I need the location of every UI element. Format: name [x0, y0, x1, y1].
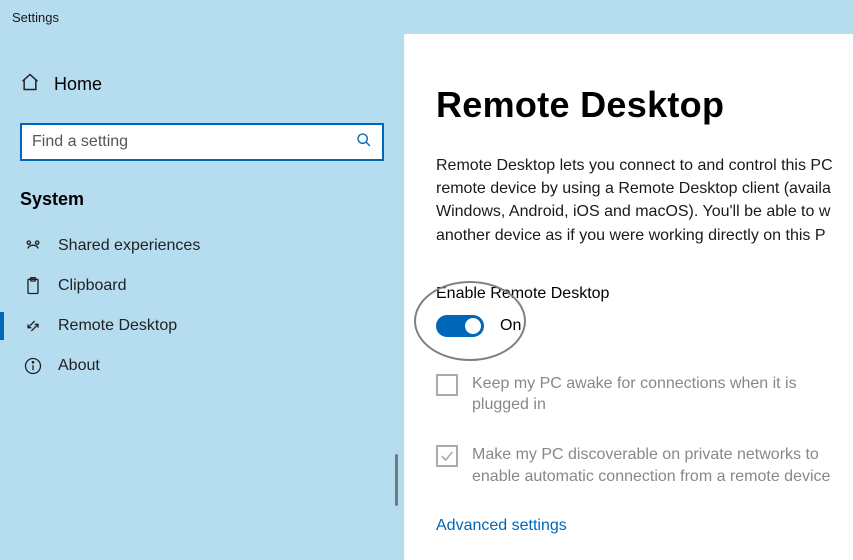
sidebar-item-remote-desktop[interactable]: Remote Desktop — [20, 306, 384, 346]
home-icon — [20, 72, 40, 97]
sidebar-item-about[interactable]: About — [20, 346, 384, 386]
sidebar-item-label: Clipboard — [58, 277, 126, 295]
checkbox-unchecked[interactable] — [436, 374, 458, 396]
sidebar-nav: Shared experiences Clipboard — [20, 226, 384, 386]
sidebar-group-heading: System — [20, 189, 384, 210]
option-discoverable[interactable]: Make my PC discoverable on private netwo… — [436, 444, 853, 487]
sidebar-item-clipboard[interactable]: Clipboard — [20, 266, 384, 306]
advanced-settings-link[interactable]: Advanced settings — [436, 517, 853, 535]
search-input-wrapper[interactable] — [20, 123, 384, 161]
enable-remote-desktop-toggle-row: On — [436, 315, 853, 337]
clipboard-icon — [22, 276, 44, 296]
home-nav-item[interactable]: Home — [20, 72, 384, 97]
remote-desktop-icon — [22, 316, 44, 336]
sidebar: Home System Share — [0, 34, 404, 560]
window-title: Settings — [12, 10, 59, 25]
home-label: Home — [54, 74, 102, 95]
main-content: Remote Desktop Remote Desktop lets you c… — [404, 34, 853, 560]
sidebar-item-label: Remote Desktop — [58, 317, 177, 335]
search-input[interactable] — [32, 133, 356, 151]
shared-experiences-icon — [22, 236, 44, 256]
sidebar-item-label: Shared experiences — [58, 237, 200, 255]
search-icon — [356, 132, 372, 153]
checkbox-checked[interactable] — [436, 445, 458, 467]
option-keep-awake-label: Keep my PC awake for connections when it… — [472, 373, 852, 416]
option-keep-awake[interactable]: Keep my PC awake for connections when it… — [436, 373, 853, 416]
sidebar-scrollbar-thumb[interactable] — [395, 454, 398, 506]
pane-divider — [404, 34, 405, 560]
window-titlebar: Settings — [0, 0, 853, 34]
enable-remote-desktop-label: Enable Remote Desktop — [436, 285, 853, 303]
toggle-state-text: On — [500, 317, 521, 335]
sidebar-item-label: About — [58, 357, 100, 375]
enable-remote-desktop-toggle[interactable] — [436, 315, 484, 337]
page-title: Remote Desktop — [436, 84, 853, 126]
option-discoverable-label: Make my PC discoverable on private netwo… — [472, 444, 852, 487]
sidebar-item-shared-experiences[interactable]: Shared experiences — [20, 226, 384, 266]
info-icon — [22, 356, 44, 376]
page-description: Remote Desktop lets you connect to and c… — [436, 154, 853, 247]
